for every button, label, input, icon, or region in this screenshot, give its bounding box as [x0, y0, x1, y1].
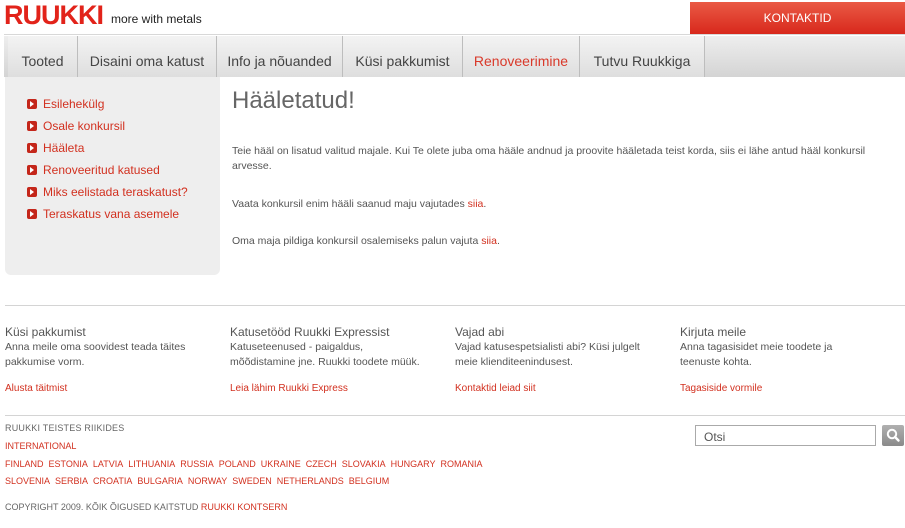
- footer-link-start-form[interactable]: Alusta täitmist: [5, 383, 67, 394]
- footer-column-title: Küsi pakkumist: [5, 325, 86, 339]
- tab-tooted[interactable]: Tooted: [8, 36, 78, 77]
- ruukki-logo[interactable]: RUUKKI more with metals: [4, 0, 202, 30]
- country-link-slovenia[interactable]: SLOVENIA: [5, 476, 50, 486]
- footer-column-title: Katusetööd Ruukki Expressist: [230, 325, 390, 339]
- arrow-bullet-icon: [27, 99, 37, 109]
- main-content: Hääletatud! Teie hääl on lisatud valitud…: [232, 86, 892, 247]
- contacts-button[interactable]: KONTAKTID: [690, 2, 905, 34]
- sidebar-item-label: Miks eelistada teraskatust?: [43, 185, 188, 199]
- footer-column-title: Kirjuta meile: [680, 325, 747, 339]
- sidebar-item-osale-konkursil[interactable]: Osale konkursil: [27, 115, 220, 137]
- footer-column-title: Vajad abi: [455, 325, 505, 339]
- page-title: Hääletatud!: [232, 87, 355, 114]
- tab-kusi-pakkumist[interactable]: Küsi pakkumist: [343, 36, 463, 77]
- country-link-russia[interactable]: RUSSIA: [180, 459, 214, 469]
- magnifier-icon: [886, 428, 900, 442]
- period: .: [496, 235, 500, 247]
- country-link-sweden[interactable]: SWEDEN: [232, 476, 272, 486]
- participate-link[interactable]: siia: [481, 235, 497, 247]
- tab-tutvu-ruukkiga[interactable]: Tutvu Ruukkiga: [580, 36, 705, 77]
- sidebar: Esilehekülg Osale konkursil Hääleta Reno…: [5, 77, 220, 275]
- footer-column-request-quote: Küsi pakkumist Anna meile oma soovidest …: [5, 325, 225, 394]
- sidebar-item-teraskatus-vana-asemele[interactable]: Teraskatus vana asemele: [27, 203, 220, 225]
- search-input[interactable]: [695, 425, 876, 446]
- country-link-romania[interactable]: ROMANIA: [441, 459, 483, 469]
- footer-column-text: Vajad katusespetsialisti abi? Küsi julge…: [455, 341, 640, 368]
- footer-column-write-us: Kirjuta meile Anna tagasisidet meie tood…: [680, 325, 900, 394]
- header-divider: [4, 34, 905, 35]
- countries-heading: RUUKKI TEISTES RIIKIDES: [5, 423, 125, 433]
- country-link-serbia[interactable]: SERBIA: [55, 476, 88, 486]
- countries-row-2: SLOVENIA SERBIA CROATIA BULGARIA NORWAY SWEDE…: [5, 476, 394, 486]
- country-link-latvia[interactable]: LATVIA: [93, 459, 123, 469]
- footer-column-need-help: Vajad abi Vajad katusespetsialisti abi? …: [455, 325, 675, 394]
- footer-link-find-express[interactable]: Leia lähim Ruukki Express: [230, 383, 348, 394]
- period: .: [483, 198, 487, 210]
- tab-disaini-oma-katust[interactable]: Disaini oma katust: [78, 36, 217, 77]
- participate-paragraph: Oma maja pildiga konkursil osalemiseks p…: [232, 234, 892, 249]
- arrow-bullet-icon: [27, 165, 37, 175]
- countries-row-1: FINLAND ESTONIA LATVIA LITHUANIA RUSSIA POLAN…: [5, 459, 488, 469]
- sidebar-item-esilehekulg[interactable]: Esilehekülg: [27, 93, 220, 115]
- arrow-bullet-icon: [27, 121, 37, 131]
- sidebar-item-label: Osale konkursil: [43, 119, 126, 133]
- country-link-bulgaria[interactable]: BULGARIA: [137, 476, 183, 486]
- copyright-link[interactable]: RUUKKI KONTSERN: [201, 502, 288, 512]
- footer-divider: [5, 305, 905, 306]
- country-link-hungary[interactable]: HUNGARY: [391, 459, 436, 469]
- sidebar-menu: Esilehekülg Osale konkursil Hääleta Reno…: [5, 77, 220, 225]
- participate-text: Oma maja pildiga konkursil osalemiseks p…: [232, 235, 482, 247]
- country-link-estonia[interactable]: ESTONIA: [49, 459, 88, 469]
- sidebar-item-label: Renoveeritud katused: [43, 163, 160, 177]
- header: RUUKKI more with metals KONTAKTID: [0, 0, 905, 34]
- country-link-netherlands[interactable]: NETHERLANDS: [277, 476, 344, 486]
- logo-tagline: more with metals: [111, 12, 202, 26]
- sidebar-item-haaleta[interactable]: Hääleta: [27, 137, 220, 159]
- footer-column-text: Anna meile oma soovidest teada täites pa…: [5, 341, 186, 368]
- footer-divider: [5, 415, 905, 416]
- vote-confirmation-text: Teie hääl on lisatud valitud majale. Kui…: [232, 145, 866, 172]
- sidebar-item-label: Esilehekülg: [43, 97, 105, 111]
- footer-link-feedback-form[interactable]: Tagasiside vormile: [680, 383, 762, 394]
- country-link-norway[interactable]: NORWAY: [188, 476, 227, 486]
- copyright: COPYRIGHT 2009. KÕIK ÕIGUSED KAITSTUD RU…: [5, 502, 287, 512]
- tab-renoveerimine[interactable]: Renoveerimine: [463, 36, 580, 77]
- sidebar-item-miks-eelistada-teraskatust[interactable]: Miks eelistada teraskatust?: [27, 181, 220, 203]
- logo-wordmark: RUUKKI: [4, 0, 104, 30]
- copyright-text: COPYRIGHT 2009. KÕIK ÕIGUSED KAITSTUD: [5, 502, 201, 512]
- arrow-bullet-icon: [27, 209, 37, 219]
- country-link-czech[interactable]: CZECH: [306, 459, 337, 469]
- tab-info-ja-nouanded[interactable]: Info ja nõuanded: [217, 36, 343, 77]
- sidebar-item-renoveeritud-katused[interactable]: Renoveeritud katused: [27, 159, 220, 181]
- country-link-croatia[interactable]: CROATIA: [93, 476, 132, 486]
- footer-column-ruukki-express: Katusetööd Ruukki Expressist Katuseteenu…: [230, 325, 450, 394]
- footer-column-text: Katuseteenused - paigaldus, mõõdistamine…: [230, 341, 420, 368]
- country-link-slovakia[interactable]: SLOVAKIA: [342, 459, 386, 469]
- sidebar-item-label: Hääleta: [43, 141, 85, 155]
- most-votes-paragraph: Vaata konkursil enim hääli saanud maju v…: [232, 197, 892, 212]
- footer-column-text: Anna tagasisidet meie toodete ja teenust…: [680, 341, 833, 368]
- country-link-belgium[interactable]: BELGIUM: [349, 476, 390, 486]
- most-votes-link[interactable]: siia: [468, 198, 484, 210]
- search-button[interactable]: [882, 425, 904, 446]
- country-link-ukraine[interactable]: UKRAINE: [261, 459, 301, 469]
- most-votes-text: Vaata konkursil enim hääli saanud maju v…: [232, 198, 468, 210]
- arrow-bullet-icon: [27, 187, 37, 197]
- country-link-poland[interactable]: POLAND: [219, 459, 256, 469]
- country-link-finland[interactable]: FINLAND: [5, 459, 44, 469]
- main-nav: Tooted Disaini oma katust Info ja nõuand…: [4, 36, 905, 77]
- country-link-international[interactable]: INTERNATIONAL: [5, 441, 76, 451]
- footer-link-contacts[interactable]: Kontaktid leiad siit: [455, 383, 536, 394]
- country-link-lithuania[interactable]: LITHUANIA: [128, 459, 175, 469]
- arrow-bullet-icon: [27, 143, 37, 153]
- sidebar-item-label: Teraskatus vana asemele: [43, 207, 180, 221]
